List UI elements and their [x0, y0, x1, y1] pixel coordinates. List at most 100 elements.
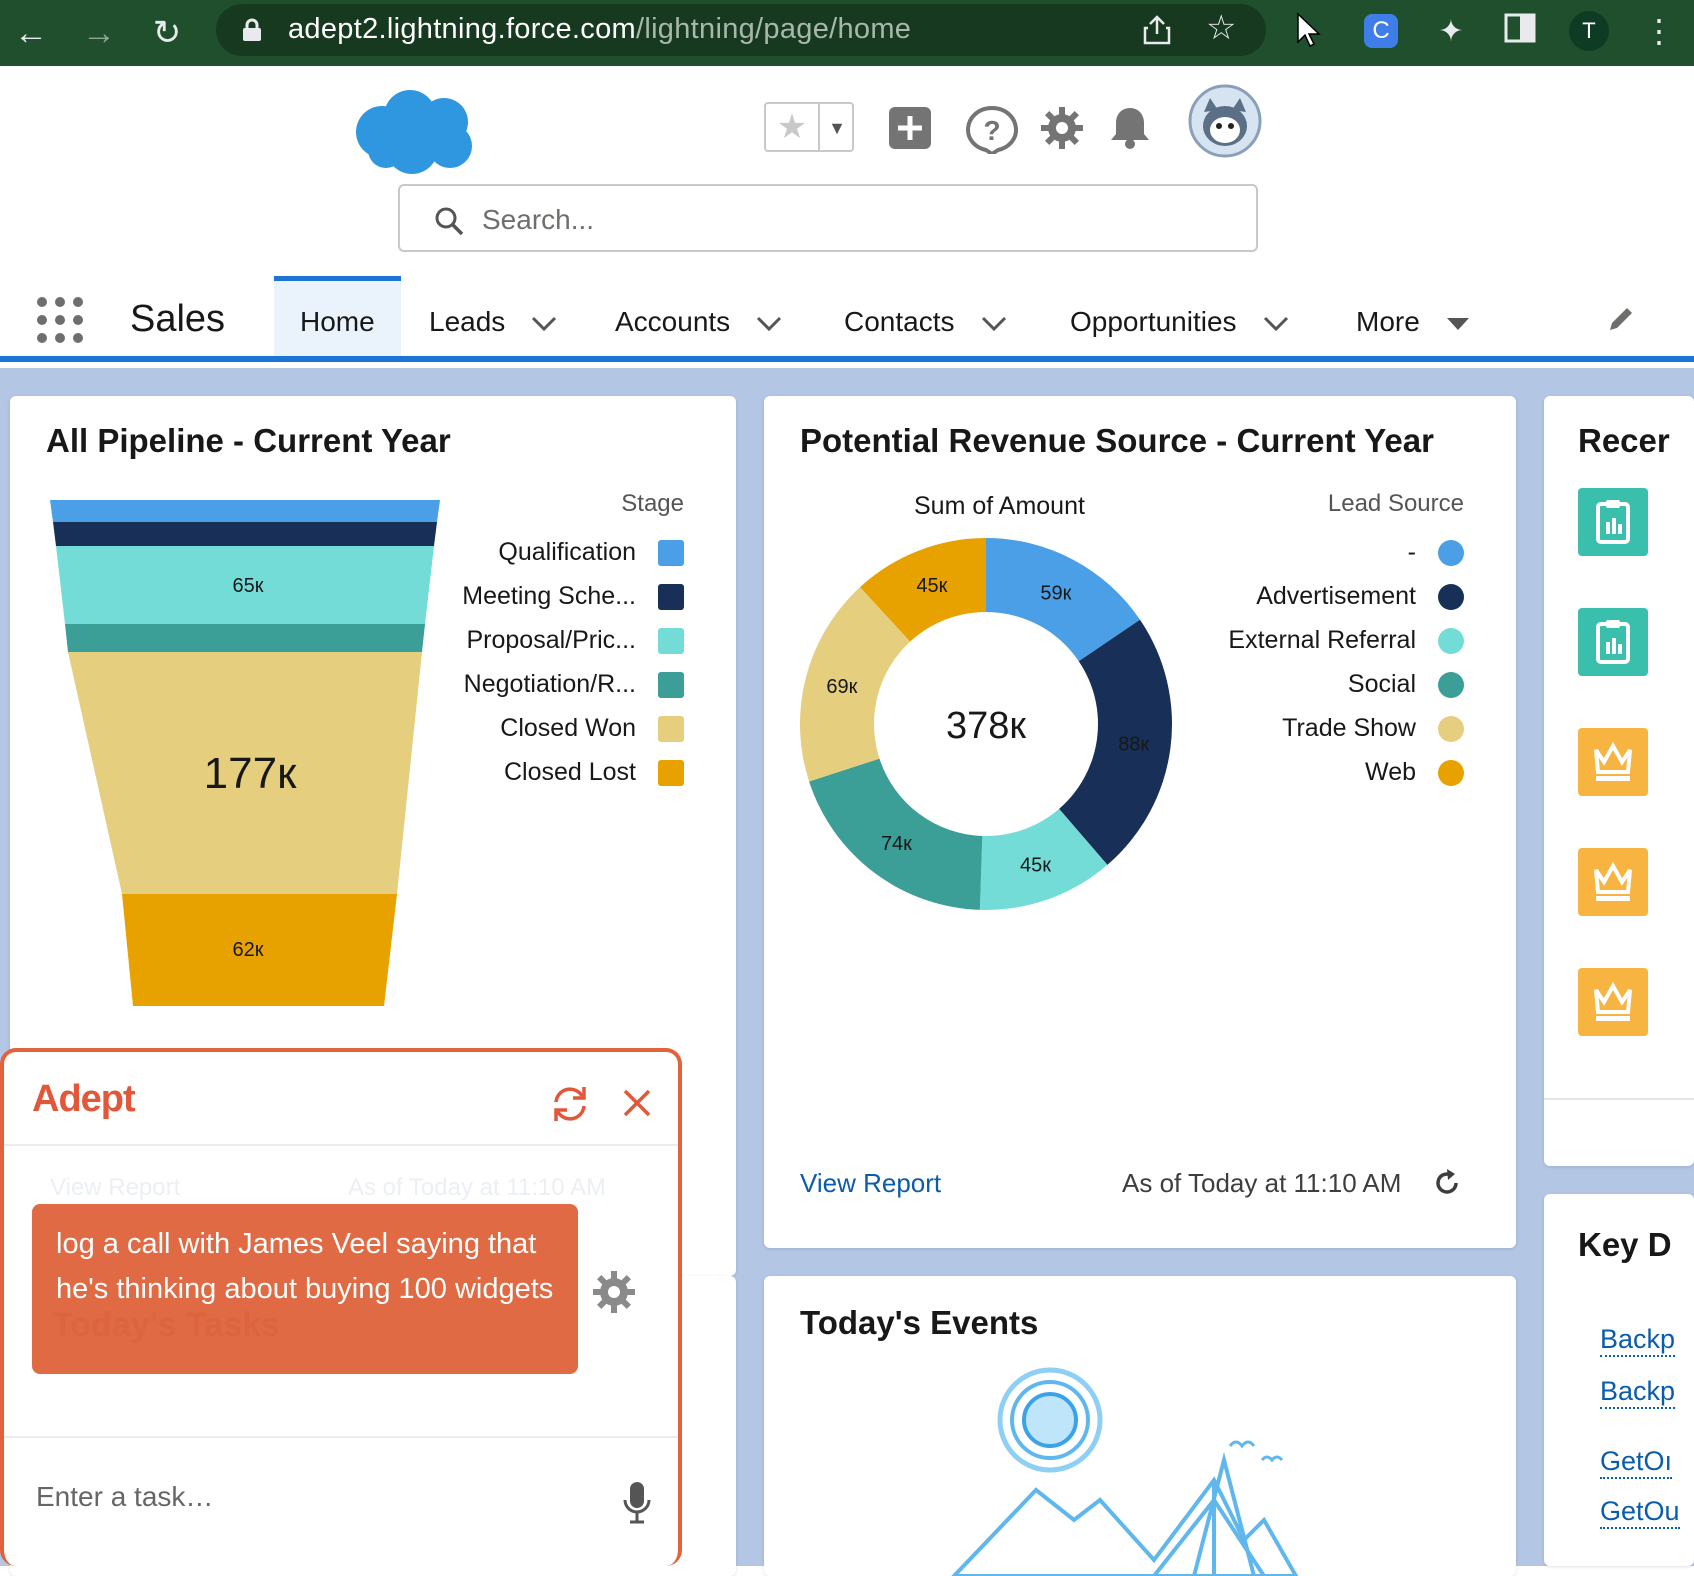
- bookmark-star-icon[interactable]: ☆: [1206, 8, 1236, 48]
- donut-slice-label: 45к: [1020, 855, 1051, 877]
- chevron-down-icon[interactable]: [531, 316, 557, 332]
- donut-slice-label: 74к: [881, 833, 912, 855]
- tab-leads[interactable]: Leads: [429, 276, 557, 356]
- chevron-down-icon[interactable]: [756, 316, 782, 332]
- global-add-icon[interactable]: [888, 106, 932, 150]
- key-deals-card: Key D Backp Backp GetOı GetOu: [1544, 1194, 1694, 1566]
- revenue-legend-swatch[interactable]: [1438, 760, 1464, 786]
- events-title: Today's Events: [800, 1304, 1039, 1341]
- browser-menu-icon[interactable]: ⋮: [1636, 8, 1682, 54]
- funnel-negotiation[interactable]: [65, 624, 425, 652]
- opportunity-crown-icon[interactable]: [1578, 848, 1648, 916]
- favorites-dropdown-icon[interactable]: ▼: [818, 104, 854, 150]
- pipeline-legend-swatch[interactable]: [658, 672, 684, 698]
- opportunity-crown-icon[interactable]: [1578, 728, 1648, 796]
- lock-icon: [243, 18, 261, 41]
- favorite-star-icon[interactable]: ★: [766, 104, 818, 150]
- pipeline-funnel-chart: 65к 177к 62к: [50, 500, 440, 1006]
- revenue-legend-swatch[interactable]: [1438, 628, 1464, 654]
- notifications-bell-icon[interactable]: [1108, 104, 1152, 150]
- tab-accounts[interactable]: Accounts: [615, 276, 782, 356]
- help-icon[interactable]: ?: [964, 104, 1020, 154]
- pipeline-legend-label: Closed Won: [500, 714, 636, 742]
- tab-opportunities[interactable]: Opportunities: [1070, 276, 1289, 356]
- chevron-down-icon[interactable]: [1263, 316, 1289, 332]
- pipeline-legend-swatch[interactable]: [658, 716, 684, 742]
- address-bar[interactable]: adept2.lightning.force.com/lightning/pag…: [216, 4, 1266, 56]
- share-icon[interactable]: [1142, 14, 1172, 46]
- donut-slice-label: 45к: [916, 575, 947, 597]
- key-deal-link[interactable]: Backp: [1600, 1376, 1676, 1409]
- settings-gear-icon[interactable]: [592, 1270, 636, 1314]
- refresh-icon[interactable]: [1432, 1168, 1462, 1198]
- pipeline-legend-label: Negotiation/R...: [463, 670, 636, 698]
- adept-logo: Adept: [32, 1078, 136, 1120]
- side-panel-icon[interactable]: [1504, 12, 1536, 44]
- pipeline-legend-label: Meeting Sche...: [462, 582, 636, 610]
- pipeline-legend-swatch[interactable]: [658, 760, 684, 786]
- task-input[interactable]: [34, 1472, 594, 1522]
- profile-avatar[interactable]: T: [1566, 8, 1612, 54]
- global-header: ★ ▼ ? Search...: [0, 66, 1694, 276]
- panel-divider: [4, 1144, 678, 1146]
- revenue-legend-label: Trade Show: [1282, 714, 1416, 742]
- pipeline-legend-swatch[interactable]: [658, 584, 684, 610]
- tab-more[interactable]: More: [1356, 276, 1470, 356]
- cursor-extension-icon[interactable]: [1294, 10, 1324, 50]
- key-deal-link[interactable]: GetOı: [1600, 1446, 1673, 1479]
- tab-home[interactable]: Home: [274, 276, 401, 356]
- app-launcher-icon[interactable]: [36, 296, 84, 344]
- revenue-legend-title: Lead Source: [1327, 490, 1464, 517]
- revenue-donut-chart: 59к 88к 45к 74к 69к 45к 378к: [800, 538, 1172, 910]
- forward-arrow-icon[interactable]: →: [76, 10, 122, 56]
- extension-c-icon[interactable]: C: [1358, 8, 1404, 54]
- edit-nav-pencil-icon[interactable]: [1606, 304, 1636, 334]
- key-deal-link[interactable]: GetOu: [1600, 1496, 1680, 1529]
- user-avatar[interactable]: [1188, 84, 1262, 158]
- pipeline-legend-label: Proposal/Pric...: [466, 626, 636, 654]
- panel-divider: [4, 1436, 678, 1438]
- app-navigation: Sales Home Leads Accounts Contacts Oppor…: [0, 276, 1694, 362]
- extensions-puzzle-icon[interactable]: ✦: [1428, 8, 1474, 54]
- funnel-meeting-scheduled[interactable]: [53, 522, 437, 546]
- pipeline-legend-swatch[interactable]: [658, 628, 684, 654]
- back-arrow-icon[interactable]: ←: [8, 10, 54, 56]
- global-search[interactable]: Search...: [398, 184, 1258, 252]
- funnel-label-closed-lost: 62к: [233, 939, 264, 961]
- recent-records-card: Recer: [1544, 396, 1694, 1166]
- card-divider: [1544, 1098, 1694, 1100]
- tab-contacts[interactable]: Contacts: [844, 276, 1007, 356]
- salesforce-cloud-logo[interactable]: [352, 88, 478, 176]
- opportunity-crown-icon[interactable]: [1578, 968, 1648, 1036]
- recent-title: Recer: [1578, 422, 1670, 459]
- key-deals-title: Key D: [1578, 1226, 1672, 1263]
- report-record-icon[interactable]: [1578, 488, 1648, 556]
- microphone-icon[interactable]: [622, 1480, 652, 1524]
- setup-gear-icon[interactable]: [1040, 106, 1084, 150]
- pipeline-legend-label: Qualification: [498, 538, 636, 566]
- pipeline-legend-swatch[interactable]: [658, 540, 684, 566]
- search-icon: [435, 207, 464, 236]
- reload-icon[interactable]: ↻: [144, 10, 190, 56]
- search-placeholder: Search...: [482, 204, 595, 235]
- view-report-link[interactable]: View Report: [800, 1168, 941, 1199]
- revenue-legend-swatch[interactable]: [1438, 672, 1464, 698]
- refresh-icon[interactable]: [550, 1084, 590, 1124]
- chevron-down-icon[interactable]: [981, 316, 1007, 332]
- favorites-control: ★ ▼: [764, 102, 854, 152]
- caret-down-icon[interactable]: [1446, 316, 1470, 332]
- revenue-legend-swatch[interactable]: [1438, 716, 1464, 742]
- as-of-timestamp: As of Today at 11:10 AM: [1122, 1168, 1402, 1198]
- donut-slice-label: 59к: [1040, 582, 1071, 604]
- close-icon[interactable]: [620, 1086, 654, 1120]
- key-deal-link[interactable]: Backp: [1600, 1324, 1676, 1357]
- app-name: Sales: [130, 298, 226, 340]
- revenue-legend-swatch[interactable]: [1438, 540, 1464, 566]
- url-text: adept2.lightning.force.com/lightning/pag…: [288, 13, 912, 45]
- revenue-card: Potential Revenue Source - Current Year …: [764, 396, 1516, 1248]
- funnel-qualification[interactable]: [50, 500, 440, 522]
- donut-slice-label: 88к: [1118, 734, 1149, 756]
- revenue-legend-swatch[interactable]: [1438, 584, 1464, 610]
- report-record-icon[interactable]: [1578, 608, 1648, 676]
- revenue-legend-label: Web: [1365, 758, 1416, 786]
